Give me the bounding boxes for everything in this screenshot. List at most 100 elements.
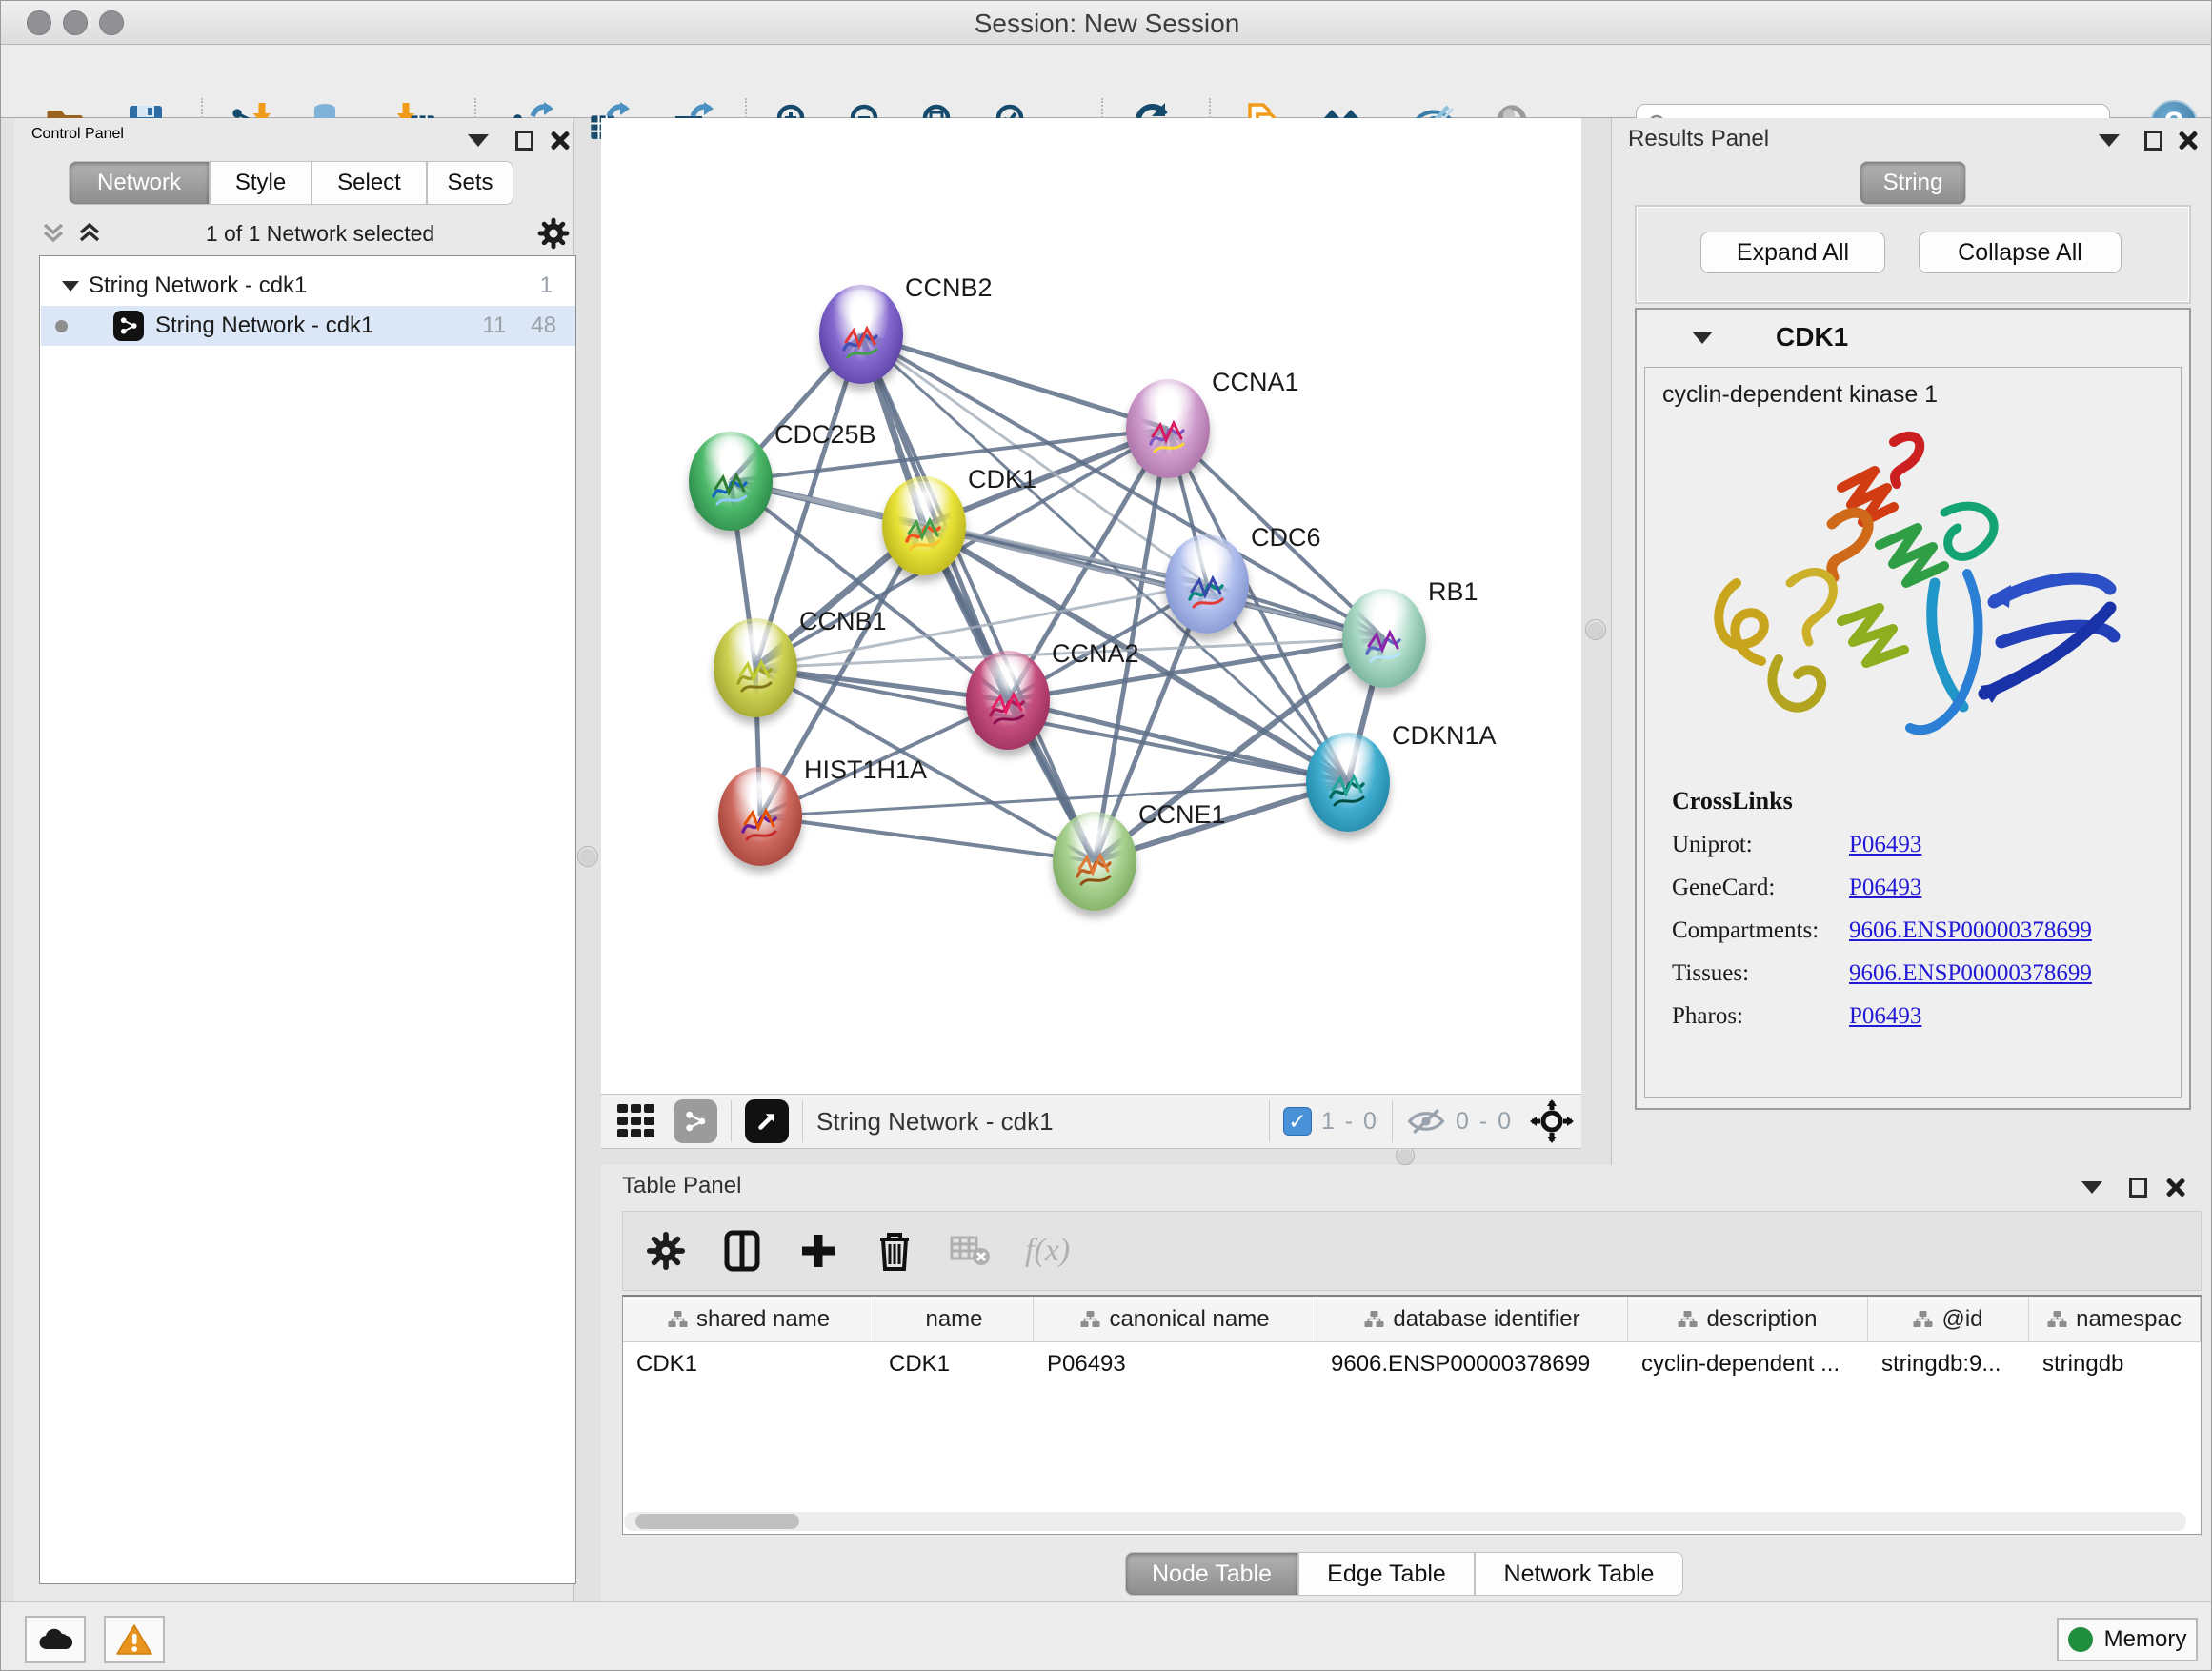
table-cell[interactable]: stringdb	[2029, 1342, 2201, 1386]
memory-button[interactable]: Memory	[2057, 1618, 2198, 1661]
entry-header[interactable]: CDK1	[1637, 310, 2189, 365]
app-window: Session: New Session ? Control Panel Net…	[0, 0, 2212, 1671]
collection-label: String Network - cdk1	[89, 272, 540, 299]
table-header-row: shared namenamecanonical namedatabase id…	[623, 1297, 2201, 1342]
node-ccna1[interactable]	[1126, 379, 1210, 478]
right-splitter-handle[interactable]	[1585, 619, 1606, 640]
node-rb1[interactable]	[1342, 589, 1426, 688]
column-header-database-identifier[interactable]: database identifier	[1317, 1297, 1628, 1341]
table-panel-close-button[interactable]	[2160, 1173, 2192, 1201]
column-header-shared-name[interactable]: shared name	[623, 1297, 875, 1341]
control-panel-float-button[interactable]	[508, 126, 540, 154]
network-row[interactable]: String Network - cdk1 11 48	[41, 306, 575, 346]
left-splitter-handle[interactable]	[577, 846, 598, 867]
column-header-namespac[interactable]: namespac	[2029, 1297, 2201, 1341]
show-columns-icon[interactable]	[720, 1229, 764, 1273]
node-ccne1[interactable]	[1053, 812, 1136, 911]
node-ccnb1[interactable]	[714, 618, 797, 717]
crosslinks-title: CrossLinks	[1672, 787, 2167, 815]
column-header-description[interactable]: description	[1628, 1297, 1868, 1341]
crosslink-link[interactable]: 9606.ENSP00000378699	[1849, 960, 2092, 987]
collapse-all-button[interactable]: Collapse All	[1919, 232, 2122, 273]
tab-style[interactable]: Style	[210, 161, 312, 205]
entry-name: CDK1	[1776, 322, 1848, 352]
node-cdkn1a[interactable]	[1306, 733, 1390, 832]
table-cell[interactable]: cyclin-dependent ...	[1628, 1342, 1868, 1386]
crosslink-label: Compartments:	[1672, 917, 1849, 944]
crosslink-row: GeneCard:P06493	[1672, 875, 2167, 901]
network-options-gear-icon[interactable]	[536, 216, 571, 251]
crosslink-link[interactable]: P06493	[1849, 1003, 1921, 1030]
node-cdc25b[interactable]	[689, 432, 773, 531]
table-cell[interactable]: P06493	[1034, 1342, 1317, 1386]
table-panel-menu-button[interactable]	[2076, 1173, 2108, 1201]
protein-structure-image	[1699, 421, 2127, 774]
bottom-splitter-handle[interactable]	[1396, 1146, 1415, 1165]
results-entry-box: CDK1 cyclin-dependent kinase 1	[1635, 308, 2191, 1110]
node-ccna2[interactable]	[966, 651, 1050, 750]
delete-table-icon-disabled	[949, 1229, 993, 1273]
cloud-status-button[interactable]	[25, 1616, 86, 1663]
table-cell[interactable]: 9606.ENSP00000378699	[1317, 1342, 1628, 1386]
table-row[interactable]: CDK1CDK1P064939606.ENSP00000378699cyclin…	[623, 1342, 2201, 1386]
delete-column-trash-icon[interactable]	[873, 1229, 916, 1273]
selected-nodes-checkbox[interactable]: ✓	[1283, 1107, 1312, 1136]
node-ccnb2[interactable]	[819, 285, 903, 384]
entry-collapse-icon[interactable]	[1692, 332, 1713, 344]
results-panel-close-button[interactable]	[2172, 126, 2204, 154]
memory-label: Memory	[2104, 1626, 2187, 1653]
export-view-icon[interactable]	[745, 1099, 789, 1143]
control-panel: Control Panel NetworkStyleSelectSets 1 o…	[14, 118, 574, 1601]
collapse-all-icon[interactable]	[39, 219, 68, 248]
results-panel-menu-button[interactable]	[2093, 126, 2125, 154]
hidden-counts: 0 - 0	[1456, 1108, 1513, 1136]
tab-sets[interactable]: Sets	[427, 161, 513, 205]
node-label-ccne1: CCNE1	[1138, 800, 1226, 830]
tab-edge-table[interactable]: Edge Table	[1298, 1552, 1475, 1596]
network-view-canvas[interactable]: CCNB2 CCNA1 CDC25B CDK1	[601, 118, 1581, 1094]
control-panel-close-button[interactable]	[544, 126, 576, 154]
table-panel-float-button[interactable]	[2122, 1173, 2154, 1201]
tab-string[interactable]: String	[1860, 161, 1966, 205]
crosslink-link[interactable]: P06493	[1849, 875, 1921, 901]
table-settings-gear-icon[interactable]	[644, 1229, 688, 1273]
table-cell[interactable]: CDK1	[623, 1342, 875, 1386]
expand-all-icon[interactable]	[75, 219, 104, 248]
collection-expand-icon[interactable]	[62, 281, 89, 292]
column-header-canonical-name[interactable]: canonical name	[1034, 1297, 1317, 1341]
column-header-name[interactable]: name	[875, 1297, 1034, 1341]
network-collection-row[interactable]: String Network - cdk1 1	[41, 266, 575, 306]
function-builder-icon-disabled: f(x)	[1025, 1233, 1070, 1269]
column-header--id[interactable]: @id	[1868, 1297, 2029, 1341]
title-bar: Session: New Session	[1, 1, 2212, 45]
add-column-icon[interactable]	[796, 1229, 840, 1273]
results-panel-float-button[interactable]	[2137, 126, 2169, 154]
table-cell[interactable]: CDK1	[875, 1342, 1034, 1386]
crosslink-link[interactable]: P06493	[1849, 832, 1921, 858]
node-label-ccna2: CCNA2	[1052, 639, 1139, 669]
string-tools-icon[interactable]	[674, 1099, 717, 1143]
node-cdc6[interactable]	[1165, 534, 1249, 634]
control-panel-title: Control Panel	[31, 126, 124, 143]
table-cell[interactable]: stringdb:9...	[1868, 1342, 2029, 1386]
control-panel-menu-button[interactable]	[462, 126, 494, 154]
fit-selected-crosshair-icon[interactable]	[1530, 1099, 1574, 1143]
node-structure-thumbnail	[1143, 412, 1193, 461]
collection-count: 1	[540, 272, 553, 299]
crosslink-link[interactable]: 9606.ENSP00000378699	[1849, 917, 2092, 944]
tab-select[interactable]: Select	[312, 161, 427, 205]
node-cdk1[interactable]	[882, 476, 966, 575]
warning-status-button[interactable]	[104, 1616, 165, 1663]
node-hist1h1a[interactable]	[718, 767, 802, 866]
birdseye-grid-icon[interactable]	[614, 1099, 658, 1143]
tab-network-table[interactable]: Network Table	[1475, 1552, 1683, 1596]
tab-network[interactable]: Network	[69, 161, 210, 205]
network-list-header: 1 of 1 Network selected	[39, 213, 576, 253]
expand-all-button[interactable]: Expand All	[1700, 232, 1885, 273]
network-view-toolbar: String Network - cdk1 ✓ 1 - 0 0 - 0	[601, 1094, 1581, 1149]
warning-icon	[115, 1623, 153, 1656]
node-structure-thumbnail	[1359, 621, 1409, 671]
crosslink-row: Tissues:9606.ENSP00000378699	[1672, 960, 2167, 987]
tab-node-table[interactable]: Node Table	[1125, 1552, 1298, 1596]
table-horizontal-scrollbar[interactable]	[624, 1512, 2186, 1531]
